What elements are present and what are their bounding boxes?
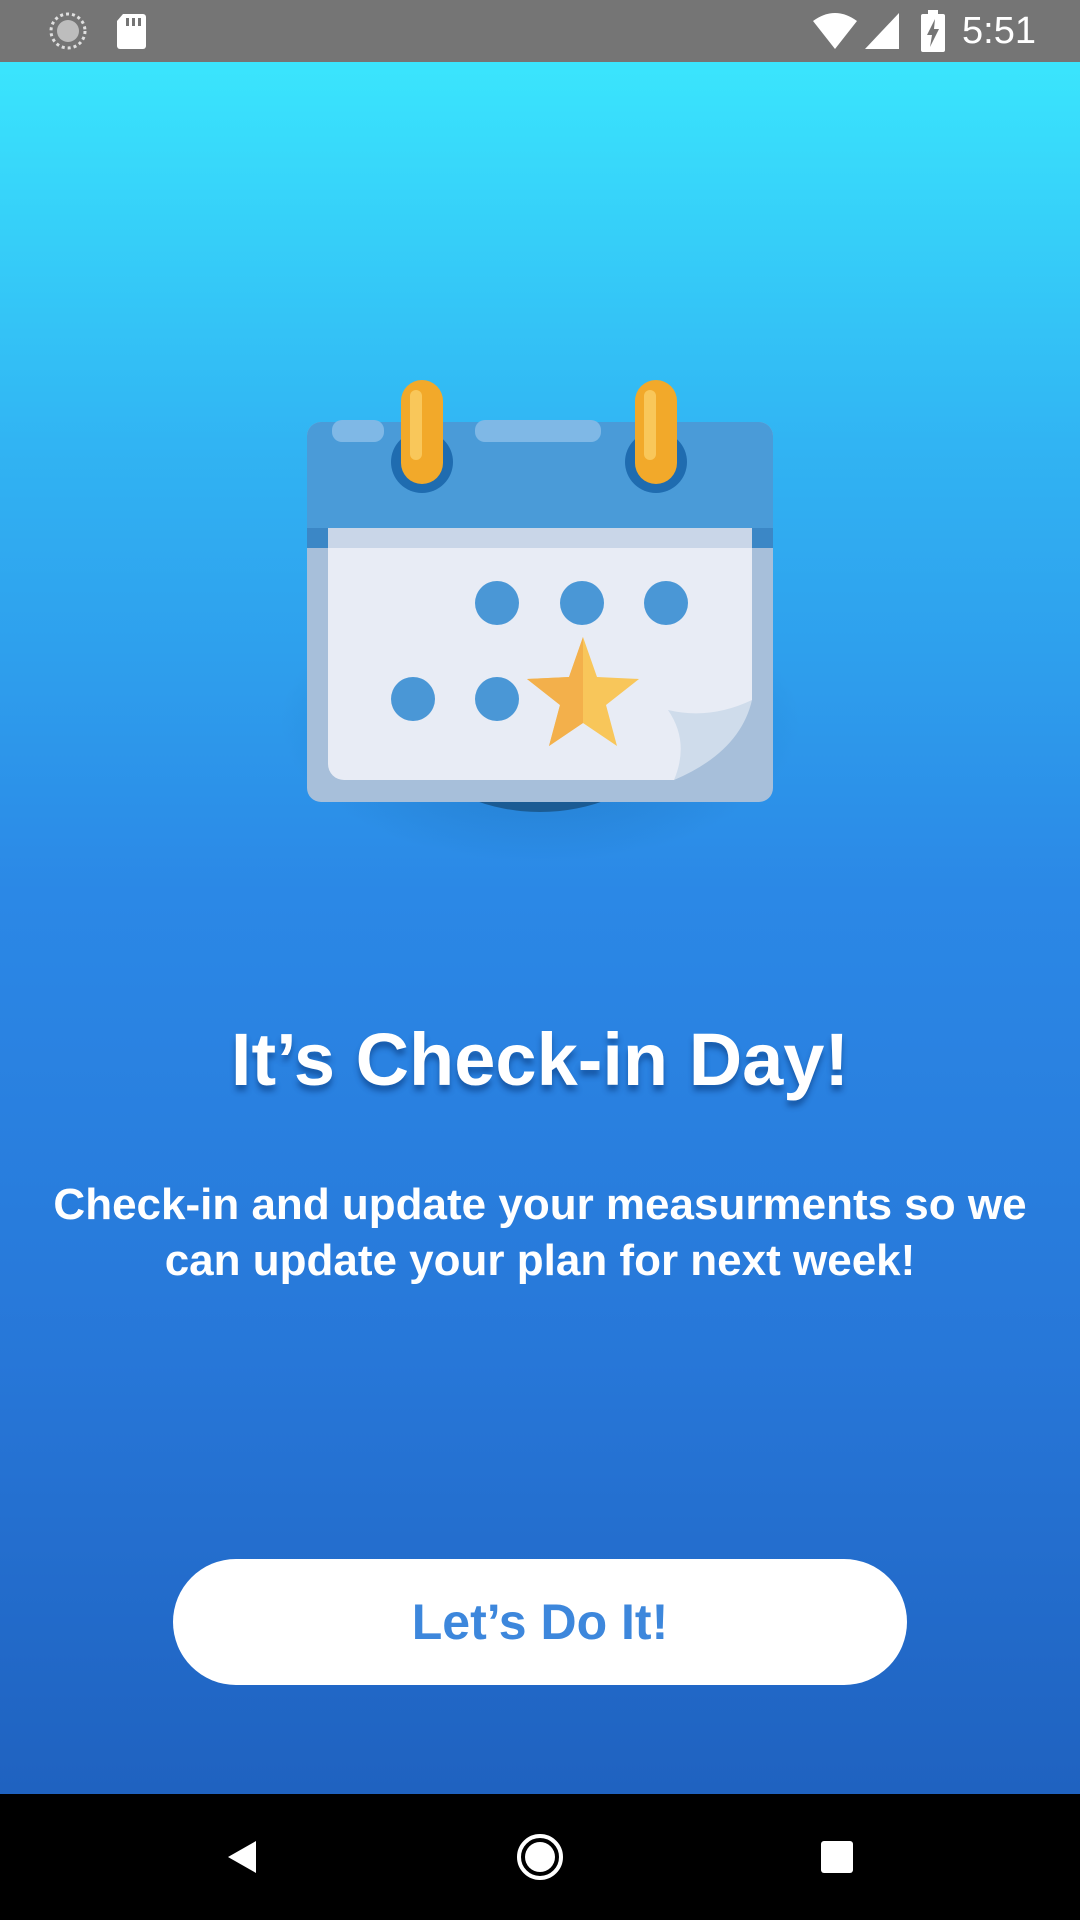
sync-icon xyxy=(48,0,88,62)
wifi-icon xyxy=(810,0,860,62)
check-in-screen: It’s Check-in Day! Check-in and update y… xyxy=(0,62,1080,1794)
status-bar: 5:51 xyxy=(0,0,1080,62)
page-subtitle: Check-in and update your measurments so … xyxy=(53,1180,1027,1285)
recents-icon[interactable] xyxy=(777,1794,897,1920)
sd-card-icon xyxy=(115,0,147,62)
screen: 5:51 It’s Check-in Day! Check-in and upd… xyxy=(0,0,1080,1920)
battery-charging-icon xyxy=(918,0,948,62)
calendar-star-icon xyxy=(270,302,810,862)
navigation-bar xyxy=(0,1794,1080,1920)
home-icon[interactable] xyxy=(480,1794,600,1920)
status-time: 5:51 xyxy=(962,10,1036,52)
back-icon[interactable] xyxy=(182,1794,302,1920)
page-title: It’s Check-in Day! xyxy=(230,1018,850,1101)
lets-do-it-button[interactable]: Let’s Do It! xyxy=(173,1559,907,1685)
cellular-signal-icon xyxy=(862,0,902,62)
